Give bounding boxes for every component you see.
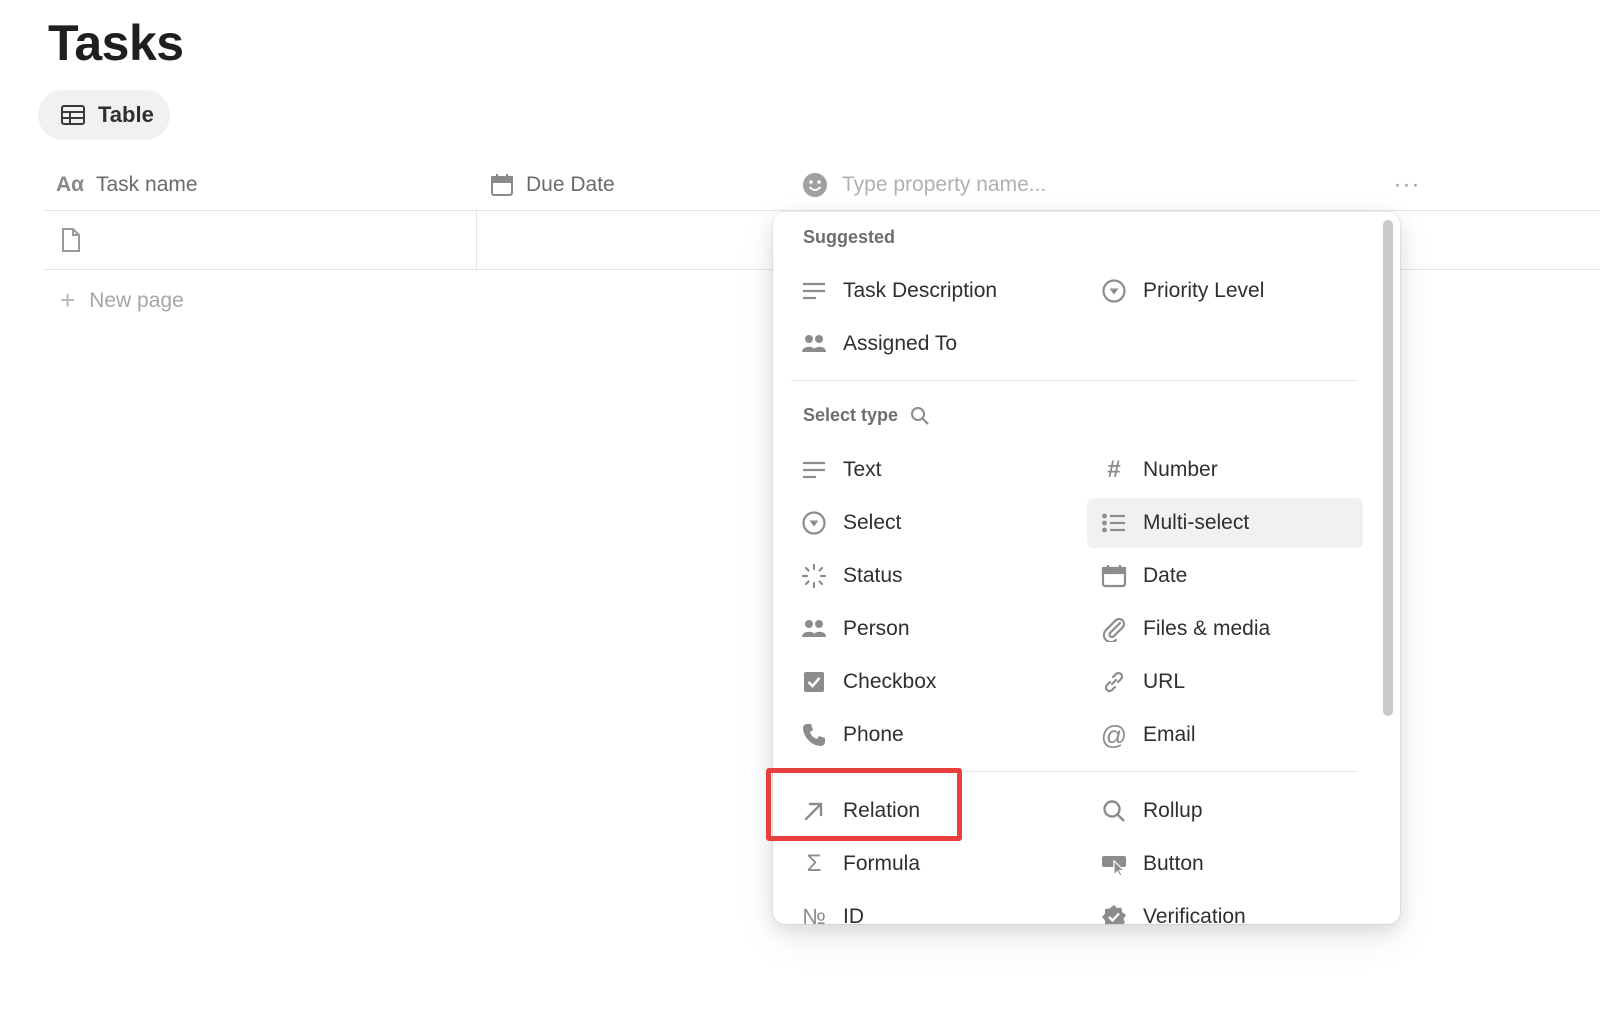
menu-item-checkbox[interactable]: Checkbox — [799, 657, 1061, 707]
menu-item-priority-level[interactable]: Priority Level — [1087, 266, 1363, 316]
text-lines-icon — [801, 278, 827, 304]
menu-item-person[interactable]: Person — [799, 604, 1061, 654]
paperclip-icon — [1101, 616, 1127, 642]
menu-item-date[interactable]: Date — [1087, 551, 1363, 601]
list-icon — [1101, 510, 1127, 536]
phone-icon — [801, 722, 827, 748]
menu-item-label: Status — [843, 564, 903, 587]
menu-divider — [791, 771, 1357, 772]
new-property-header — [802, 160, 1264, 210]
menu-item-label: Priority Level — [1143, 279, 1265, 302]
menu-item-url[interactable]: URL — [1087, 657, 1363, 707]
menu-item-rollup[interactable]: Rollup — [1087, 786, 1363, 836]
property-name-input[interactable] — [840, 172, 1264, 198]
menu-item-label: Verification — [1143, 905, 1246, 924]
menu-scrollbar[interactable] — [1383, 220, 1393, 716]
people-icon — [801, 616, 827, 642]
menu-item-label: Formula — [843, 852, 921, 875]
menu-item-multi-select[interactable]: Multi-select — [1087, 498, 1363, 548]
new-page-button[interactable]: + New page — [60, 285, 184, 316]
menu-item-phone[interactable]: Phone — [799, 710, 1061, 760]
select-type-label: Select type — [803, 405, 930, 426]
menu-item-label: Date — [1143, 564, 1188, 587]
menu-item-label: Task Description — [843, 279, 998, 302]
menu-item-label: Assigned To — [843, 332, 958, 355]
menu-item-files-media[interactable]: Files & media — [1087, 604, 1363, 654]
search-icon — [1101, 798, 1127, 824]
status-spinner-icon — [801, 563, 827, 589]
menu-item-label: Rollup — [1143, 799, 1203, 822]
menu-item-assigned-to[interactable]: Assigned To — [799, 319, 1061, 369]
menu-item-label: ID — [843, 905, 864, 924]
sigma-icon: Σ — [806, 850, 822, 877]
menu-item-label: Person — [843, 617, 910, 640]
select-type-text: Select type — [803, 405, 899, 425]
table-header: Aα Task name Due Date ··· — [44, 160, 1600, 211]
menu-item-label: Select — [843, 511, 902, 534]
more-options-icon[interactable]: ··· — [1392, 170, 1422, 200]
menu-item-label: Relation — [843, 799, 921, 822]
page-title: Tasks — [48, 15, 184, 71]
calendar-icon — [491, 174, 513, 196]
menu-item-label: Multi-select — [1143, 511, 1250, 534]
menu-item-select[interactable]: Select — [799, 498, 1061, 548]
verified-badge-icon — [1101, 904, 1127, 924]
table-icon — [61, 105, 85, 125]
menu-item-task-description[interactable]: Task Description — [799, 266, 1061, 316]
checkbox-icon — [801, 669, 827, 695]
suggested-label: Suggested — [803, 227, 896, 247]
link-icon — [1101, 669, 1127, 695]
menu-item-id[interactable]: № ID — [799, 892, 1061, 924]
menu-item-label: Text — [843, 458, 882, 481]
property-type-menu: Suggested Task Description Priority Leve… — [773, 212, 1400, 924]
select-circle-icon — [801, 510, 827, 536]
menu-item-status[interactable]: Status — [799, 551, 1061, 601]
menu-item-label: Phone — [843, 723, 904, 746]
search-icon[interactable] — [910, 406, 930, 426]
menu-item-email[interactable]: @ Email — [1087, 710, 1363, 760]
menu-item-text[interactable]: Text — [799, 445, 1061, 495]
arrow-up-right-icon — [801, 798, 827, 824]
page-icon — [62, 228, 80, 252]
menu-item-formula[interactable]: Σ Formula — [799, 839, 1061, 889]
menu-item-number[interactable]: # Number — [1087, 445, 1363, 495]
column-header-due-date[interactable]: Due Date — [490, 160, 615, 210]
emoji-icon[interactable] — [802, 172, 828, 198]
menu-item-label: Checkbox — [843, 670, 937, 693]
menu-item-label: Email — [1143, 723, 1196, 746]
menu-item-button[interactable]: Button — [1087, 839, 1363, 889]
menu-item-label: Files & media — [1143, 617, 1271, 640]
new-page-label: New page — [89, 288, 184, 312]
cursor-click-icon — [1101, 851, 1127, 877]
hash-icon: # — [1107, 456, 1121, 483]
menu-item-verification[interactable]: Verification — [1087, 892, 1363, 924]
calendar-icon — [1101, 563, 1127, 589]
menu-item-label: Number — [1143, 458, 1218, 481]
cell-divider — [476, 211, 477, 269]
at-icon: @ — [1100, 719, 1128, 750]
column-label: Task name — [96, 173, 198, 196]
menu-item-label: Button — [1143, 852, 1204, 875]
numero-icon: № — [802, 904, 826, 924]
text-lines-icon — [801, 457, 827, 483]
menu-divider — [791, 380, 1357, 381]
text-aa-icon: Aα — [56, 173, 85, 196]
menu-item-label: URL — [1143, 670, 1186, 693]
people-icon — [801, 331, 827, 357]
view-tab-table[interactable]: Table — [38, 90, 170, 140]
view-tab-label: Table — [98, 102, 154, 127]
select-circle-icon — [1101, 278, 1127, 304]
column-label: Due Date — [526, 173, 615, 196]
column-header-task-name[interactable]: Aα Task name — [56, 160, 198, 210]
plus-icon: + — [60, 285, 76, 315]
menu-item-relation[interactable]: Relation — [799, 786, 1061, 836]
